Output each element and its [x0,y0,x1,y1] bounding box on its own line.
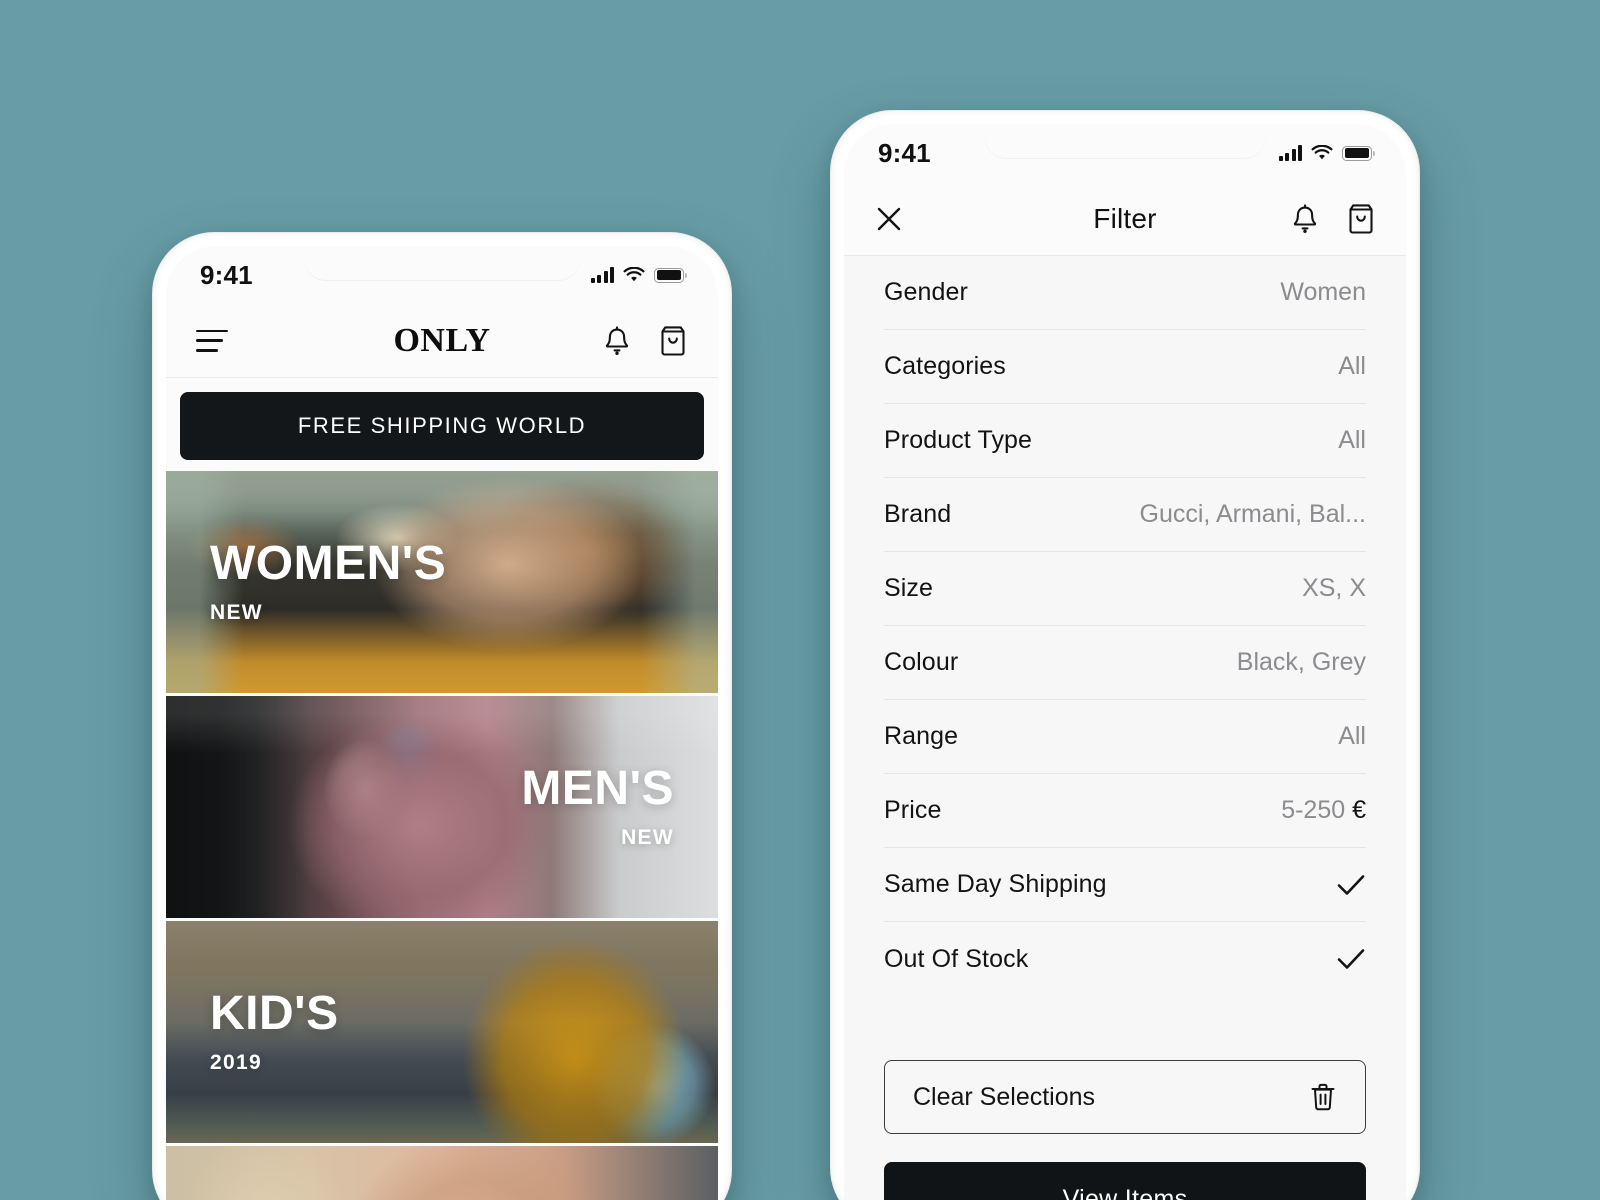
filter-row-product-type[interactable]: Product Type All [884,404,1366,478]
filter-row-price[interactable]: Price 5-250 € [884,774,1366,848]
promo-banner[interactable]: FREE SHIPPING WORLD [180,392,704,460]
category-card-kids[interactable]: KID'S 2019 [166,921,718,1143]
notch [304,246,580,280]
clear-selections-label: Clear Selections [913,1082,1096,1111]
status-indicators [590,267,687,283]
clear-selections-button[interactable]: Clear Selections [884,1060,1366,1134]
filter-row-label: Price [884,796,942,824]
filter-row-label: Out Of Stock [884,944,1029,973]
trash-icon [1309,1082,1337,1112]
filter-row-value: Black, Grey [1236,648,1366,676]
filter-row-brand[interactable]: Brand Gucci, Armani, Bal... [884,478,1366,552]
filter-row-value: All [1338,426,1366,454]
filter-row-value: 5-250 € [1281,796,1366,825]
filter-row-label: Categories [884,352,1006,380]
filter-row-value: All [1338,352,1366,380]
shopping-bag-icon[interactable] [1346,203,1376,235]
filter-row-label: Colour [884,648,959,676]
phone-device-right: 9:41 Filter Gender Women Categories All … [830,110,1420,1200]
category-card-sublabel: NEW [210,601,263,625]
status-time: 9:41 [200,259,253,290]
category-card-womens[interactable]: WOMEN'S NEW [166,471,718,693]
top-nav-left: ONLY [166,304,718,378]
bell-icon[interactable] [1290,203,1320,235]
filter-row-label: Gender [884,278,968,306]
wifi-icon [1311,145,1333,160]
screen-shop-home: 9:41 ONLY FREE SHIPPING WORLD WOMEN'S NE… [166,246,718,1200]
nav-actions-left [602,325,688,357]
category-card-label: KID'S [210,986,339,1040]
checkmark-icon[interactable] [1336,944,1366,974]
category-card-label: MEN'S [521,761,674,815]
brand-logo[interactable]: ONLY [393,322,490,360]
battery-icon [654,267,687,283]
category-card-next[interactable] [166,1146,718,1200]
filter-row-label: Brand [884,500,952,528]
status-bar-left: 9:41 [166,246,718,304]
category-card-list: WOMEN'S NEW MEN'S NEW KID'S 2019 [166,471,718,1200]
category-card-label: WOMEN'S [210,536,447,590]
status-indicators [1278,145,1375,161]
notch [984,124,1266,158]
checkmark-icon[interactable] [1336,870,1366,900]
filter-row-same-day-shipping[interactable]: Same Day Shipping [884,848,1366,922]
bell-icon[interactable] [602,325,632,357]
shopping-bag-icon[interactable] [658,325,688,357]
filter-actions: Clear Selections View Items [844,996,1406,1200]
filter-row-label: Same Day Shipping [884,870,1107,898]
filter-row-colour[interactable]: Colour Black, Grey [884,626,1366,700]
category-photo-next [166,1146,718,1200]
close-x-icon[interactable] [874,204,904,234]
cellular-bars-icon [1278,145,1302,161]
wifi-icon [623,267,645,282]
filter-row-label: Size [884,574,934,602]
phone-device-left: 9:41 ONLY FREE SHIPPING WORLD WOMEN'S NE… [152,232,732,1200]
filter-row-value: Gucci, Armani, Bal... [1139,500,1366,528]
battery-icon [1342,145,1375,161]
filter-row-value: XS, X [1302,574,1366,602]
nav-actions-right [1290,203,1376,235]
filter-row-categories[interactable]: Categories All [884,330,1366,404]
filter-row-label: Range [884,722,959,750]
hamburger-menu-icon[interactable] [196,329,228,352]
page-title: Filter [1093,202,1157,234]
status-time: 9:41 [878,137,931,168]
cellular-bars-icon [590,267,614,283]
category-card-mens[interactable]: MEN'S NEW [166,696,718,918]
filter-row-size[interactable]: Size XS, X [884,552,1366,626]
price-range-value: 5-250 [1281,796,1346,824]
filter-row-list: Gender Women Categories All Product Type… [844,256,1406,996]
filter-row-value: Women [1280,278,1366,306]
view-items-button[interactable]: View Items [884,1162,1366,1200]
top-nav-right: Filter [844,182,1406,256]
filter-row-out-of-stock[interactable]: Out Of Stock [884,922,1366,996]
filter-row-gender[interactable]: Gender Women [884,256,1366,330]
screen-filter: 9:41 Filter Gender Women Categories All … [844,124,1406,1200]
filter-row-value: All [1338,722,1366,750]
currency-symbol: € [1352,796,1366,824]
category-card-sublabel: NEW [621,826,674,850]
filter-row-label: Product Type [884,426,1033,454]
status-bar-right: 9:41 [844,124,1406,182]
filter-row-range[interactable]: Range All [884,700,1366,774]
category-card-sublabel: 2019 [210,1051,262,1075]
